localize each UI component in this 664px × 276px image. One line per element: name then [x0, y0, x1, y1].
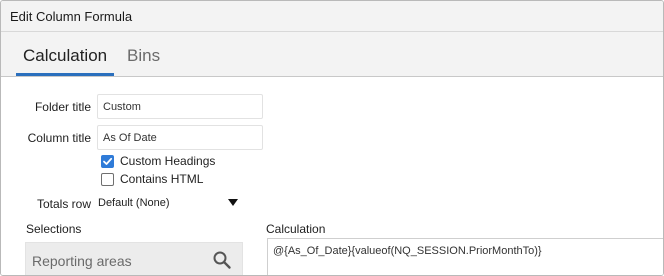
caret-down-icon	[228, 199, 238, 206]
dialog-title: Edit Column Formula	[10, 9, 133, 24]
totals-row-label: Totals row	[36, 197, 91, 211]
dialog-title-bar[interactable]: Edit Column Formula	[1, 1, 663, 32]
selections-label: Selections	[26, 222, 82, 236]
column-title-label: Column title	[27, 131, 91, 145]
column-title-input[interactable]	[97, 125, 263, 150]
custom-headings-label: Custom Headings	[120, 154, 216, 168]
edit-column-formula-dialog: Edit Column Formula Calculation Bins Fol…	[0, 0, 664, 276]
calculation-label: Calculation	[266, 222, 326, 236]
custom-headings-checkbox[interactable]	[101, 154, 114, 168]
contains-html-row: Contains HTML	[101, 171, 203, 187]
folder-title-label: Folder title	[34, 100, 91, 114]
totals-row-select[interactable]: Default (None)	[96, 191, 242, 215]
folder-title-input[interactable]	[97, 94, 263, 119]
contains-html-label: Contains HTML	[120, 172, 204, 186]
custom-headings-row: Custom Headings	[101, 153, 215, 169]
check-icon	[103, 157, 113, 165]
tab-calculation[interactable]: Calculation	[16, 46, 115, 76]
tab-bar: Calculation Bins	[1, 32, 663, 77]
dialog-content: Folder title Column title Custom Heading…	[1, 78, 663, 275]
tab-bins[interactable]: Bins	[127, 46, 160, 76]
contains-html-checkbox[interactable]	[101, 172, 114, 186]
totals-row-value: Default (None)	[98, 197, 170, 209]
calculation-formula: @{As_Of_Date}{valueof(NQ_SESSION.PriorMo…	[273, 245, 542, 257]
reporting-areas-search[interactable]: Reporting areas	[25, 242, 243, 275]
reporting-areas-label: Reporting areas	[32, 253, 132, 269]
search-icon[interactable]	[212, 250, 232, 270]
calculation-editor[interactable]: @{As_Of_Date}{valueof(NQ_SESSION.PriorMo…	[267, 238, 663, 275]
